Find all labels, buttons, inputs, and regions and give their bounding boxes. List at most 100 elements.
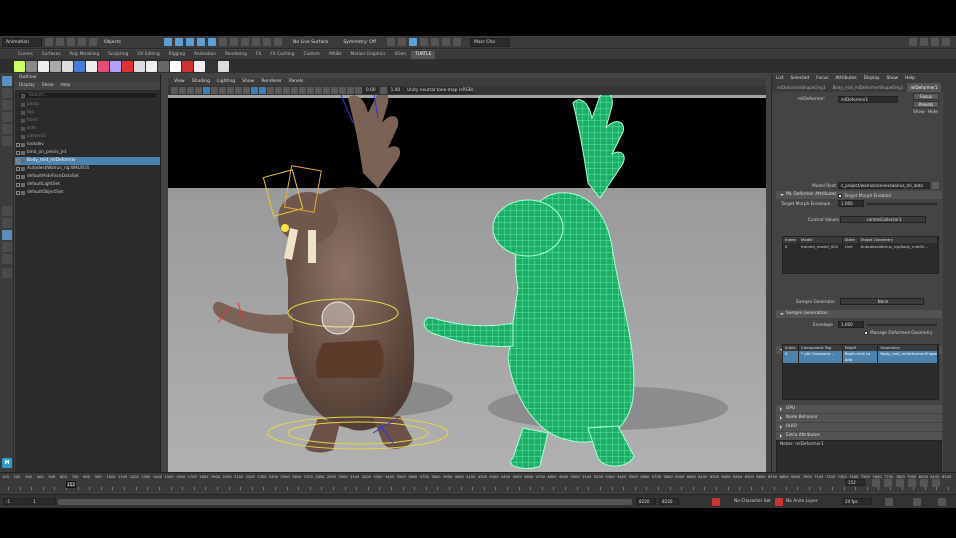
render-frame-icon[interactable] <box>263 38 272 46</box>
viewport-menu-lighting[interactable]: Lighting <box>217 78 235 86</box>
shelf-tab-sculpting[interactable]: Sculpting <box>104 51 132 59</box>
section-node-behavior[interactable]: Node Behavior <box>776 414 942 422</box>
render-view-icon[interactable] <box>386 38 395 46</box>
outliner-item[interactable]: camera1 <box>15 133 160 141</box>
sample-gen-dropdown[interactable]: None <box>840 298 924 305</box>
expand-icon[interactable] <box>16 151 20 155</box>
shelf-cube-icon[interactable] <box>26 60 37 72</box>
antialias-icon[interactable] <box>315 87 322 94</box>
attr-tab[interactable]: mlDeformer1 <box>907 83 941 92</box>
sample-generation-section[interactable]: Sample Generation <box>776 310 942 318</box>
graph-editor-icon[interactable] <box>441 38 450 46</box>
shelf-sphere-icon[interactable] <box>14 60 25 72</box>
wire-on-shaded-icon[interactable] <box>267 87 274 94</box>
viewport-menu-view[interactable]: View <box>174 78 185 86</box>
shelf-bake-icon[interactable] <box>194 60 205 72</box>
range-end-field[interactable]: 8220 <box>636 498 656 505</box>
go-start-icon[interactable] <box>872 479 880 487</box>
safe-action-icon[interactable] <box>243 87 250 94</box>
shelf-script-icon[interactable] <box>218 60 229 72</box>
select-mode-label[interactable]: Objects <box>104 40 121 45</box>
shelf-curve-icon[interactable] <box>86 60 97 72</box>
grid-toggle-icon[interactable] <box>203 87 210 94</box>
attr-menu-selected[interactable]: Selected <box>791 74 810 83</box>
camera-select-icon[interactable] <box>171 87 178 94</box>
expand-icon[interactable] <box>16 183 20 187</box>
section-extra-attributes[interactable]: Extra Attributes <box>776 432 942 440</box>
viewport-persp[interactable]: persp <box>168 78 766 508</box>
shelf-render-icon[interactable] <box>122 60 133 72</box>
gamma-icon[interactable] <box>379 87 387 94</box>
shelf-cylinder-icon[interactable] <box>38 60 49 72</box>
ipr-render-icon[interactable] <box>274 38 283 46</box>
viewport-menu-renderer[interactable]: Renderer <box>261 78 282 86</box>
graph-layout-icon[interactable] <box>2 242 12 252</box>
lasso-tool-icon[interactable] <box>2 88 12 98</box>
manage-geometry-row[interactable]: Manage Deformed Geometry <box>864 330 933 336</box>
attr-menu-show[interactable]: Show <box>887 74 899 83</box>
anim-layer-label[interactable]: No Anim Layer <box>786 499 818 504</box>
shelf-plane-icon[interactable] <box>62 60 73 72</box>
snap-grid-icon[interactable] <box>197 38 206 46</box>
scale-tool-icon[interactable] <box>2 136 12 146</box>
step-back-icon[interactable] <box>884 479 892 487</box>
history-icon[interactable] <box>252 38 261 46</box>
snap-surface-icon[interactable] <box>241 38 250 46</box>
shelf-tab-rendering[interactable]: Rendering <box>221 51 251 59</box>
envelope-field[interactable]: 1.000 <box>838 321 864 328</box>
attr-tab[interactable]: mlDeformerShapeOrig1 <box>774 83 829 92</box>
focus-button[interactable]: Focus <box>913 93 939 100</box>
shelf-tab-fx[interactable]: FX <box>252 51 265 59</box>
backface-icon[interactable] <box>347 87 354 94</box>
shelf-tab-surfaces[interactable]: Surfaces <box>38 51 65 59</box>
gamma-field[interactable]: 1.00 <box>387 87 404 94</box>
xray-joints-icon[interactable] <box>339 87 346 94</box>
shelf-ik-icon[interactable] <box>170 60 181 72</box>
outliner-layout-icon[interactable] <box>2 230 12 240</box>
outliner-item[interactable]: defaultObjectSet <box>15 189 160 197</box>
outliner-item[interactable]: defaultHideFaceDataSet <box>15 173 160 181</box>
manage-geometry-checkbox[interactable] <box>864 330 868 335</box>
exposure-icon[interactable] <box>355 87 362 94</box>
viewport-menu-shading[interactable]: Shading <box>192 78 210 86</box>
four-pane-icon[interactable] <box>2 218 12 228</box>
new-scene-icon[interactable] <box>45 38 53 46</box>
preferences-icon[interactable] <box>938 498 946 506</box>
outliner-search-input[interactable]: Search... <box>18 92 157 99</box>
shelf-tab-turtle[interactable]: TURTLE <box>411 50 436 59</box>
section-uuid[interactable]: UUID <box>776 423 942 431</box>
shelf-material-icon[interactable] <box>110 60 121 72</box>
rotate-tool-icon[interactable] <box>2 124 12 134</box>
shelf-torus-icon[interactable] <box>74 60 85 72</box>
bookmark-icon[interactable] <box>187 87 194 94</box>
colorspace-dropdown[interactable]: Unity neutral tone-map (sRGB) <box>404 87 475 94</box>
outliner-item[interactable]: front <box>15 117 160 125</box>
exposure-field[interactable]: 0.00 <box>363 87 379 94</box>
range-slider[interactable] <box>58 499 632 505</box>
expand-icon[interactable] <box>16 191 20 195</box>
range-start-field-2[interactable]: 1 <box>30 498 56 505</box>
select-object-icon[interactable] <box>175 38 184 46</box>
outliner-item[interactable]: lookdev <box>15 141 160 149</box>
select-hierarchy-icon[interactable] <box>164 38 173 46</box>
shelf-tab-curves[interactable]: Curves <box>14 51 37 59</box>
paint-select-icon[interactable] <box>2 100 12 110</box>
shelf-group-icon[interactable] <box>146 60 157 72</box>
outliner-item[interactable]: top <box>15 109 160 117</box>
motion-blur-icon[interactable] <box>307 87 314 94</box>
attr-tab[interactable]: Body_mid_mlDeformerShapeOrig1 <box>830 83 907 92</box>
textured-icon[interactable] <box>275 87 282 94</box>
expand-icon[interactable] <box>16 143 20 147</box>
shelf-tab-poly-modeling[interactable]: Poly Modeling <box>66 51 104 59</box>
xray-icon[interactable] <box>331 87 338 94</box>
attr-menu-attributes[interactable]: Attributes <box>835 74 856 83</box>
sound-icon[interactable] <box>913 498 921 506</box>
attr-menu-list[interactable]: List <box>776 74 784 83</box>
shadows-icon[interactable] <box>291 87 298 94</box>
wireframe-icon[interactable] <box>251 87 258 94</box>
toggle-attr-icon[interactable] <box>931 38 939 46</box>
outliner-item[interactable]: bind_on_pelvis_jnt <box>15 149 160 157</box>
shelf-cone-icon[interactable] <box>50 60 61 72</box>
shelf-texture-icon[interactable] <box>134 60 145 72</box>
snap-view-icon[interactable] <box>230 38 239 46</box>
